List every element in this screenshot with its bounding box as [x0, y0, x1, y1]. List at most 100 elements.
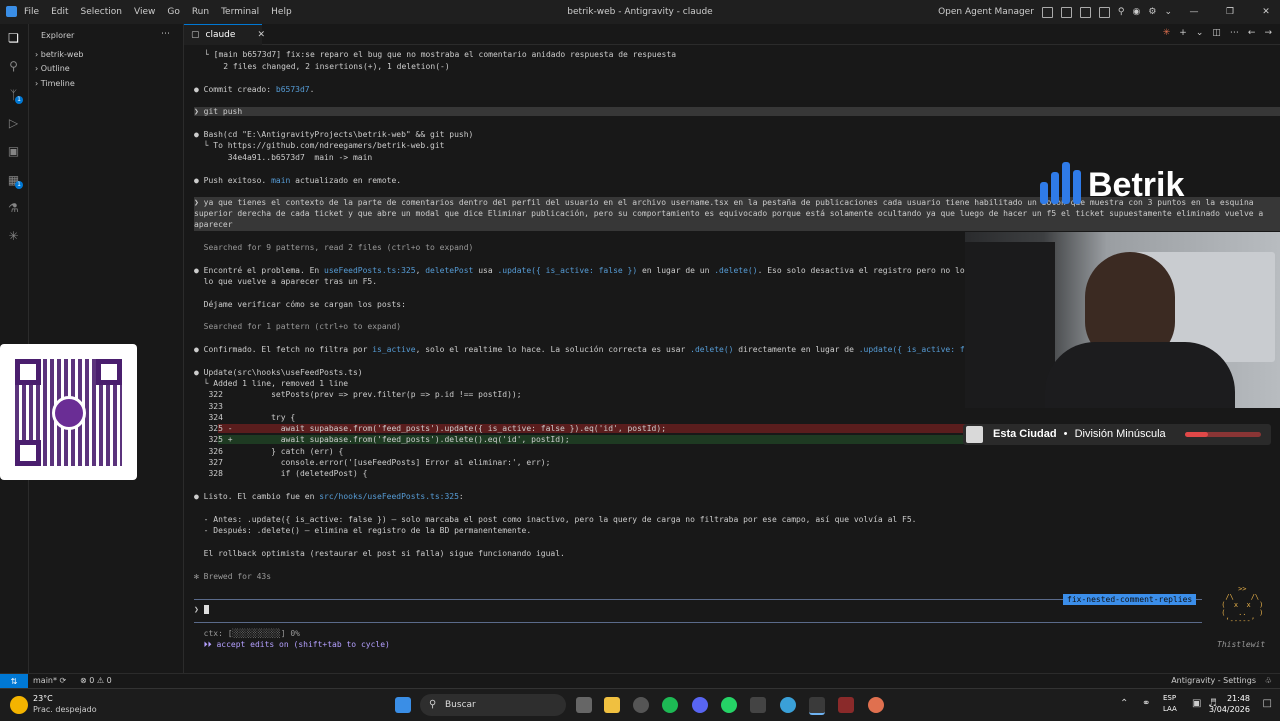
claude-icon[interactable]: ✳ — [7, 229, 20, 243]
remote-icon[interactable]: ▣ — [7, 144, 20, 158]
microphone-icon[interactable]: ⚭ — [1142, 698, 1150, 709]
lang-layout[interactable]: LAA — [1163, 705, 1177, 713]
claude-icon[interactable]: ✳ — [1163, 28, 1171, 38]
confirmed-line: ● Confirmado. El fetch no filtra por is_… — [194, 345, 984, 354]
chevron-down-icon[interactable]: ⌄ — [1164, 7, 1172, 17]
close-tab-icon[interactable]: ✕ — [257, 30, 265, 40]
search-label: Buscar — [445, 700, 476, 710]
agent-manager-button[interactable]: Open Agent Manager — [938, 7, 1034, 17]
code-ref: useFeedPosts.ts:325 — [324, 266, 416, 275]
more-actions-icon[interactable]: ⋯ — [1230, 28, 1239, 38]
title-actions: Open Agent Manager ⚲ ◉ ⚙ ⌄ — ❐ ✕ — [938, 0, 1280, 24]
extensions-icon[interactable]: ▦ 1 — [7, 173, 23, 189]
weather-desc[interactable]: Prac. despejado — [33, 705, 97, 714]
toggle-panel-icon[interactable] — [1079, 6, 1091, 18]
text: : — [458, 492, 464, 501]
sidebar-item-outline[interactable]: › Outline — [35, 64, 70, 73]
app-icon[interactable] — [838, 697, 854, 713]
menu-edit[interactable]: Edit — [51, 7, 68, 17]
testing-icon[interactable]: ⚗ — [7, 201, 20, 215]
tab-claude[interactable]: ▢ claude ✕ — [184, 24, 265, 45]
toggle-secondary-sidebar-icon[interactable] — [1098, 6, 1110, 18]
accept-edits-hint[interactable]: ⏵⏵ accept edits on (shift+tab to cycle) — [194, 640, 390, 650]
menu-go[interactable]: Go — [167, 7, 179, 17]
account-icon[interactable]: ◉ — [1133, 7, 1141, 17]
search-icon[interactable]: ⚲ — [1118, 7, 1125, 17]
notifications-icon[interactable]: □ — [1263, 698, 1272, 709]
search-summary-line[interactable]: Searched for 9 patterns, read 2 files (c… — [194, 243, 474, 252]
chevron-up-icon[interactable]: ⌃ — [1120, 698, 1128, 709]
search-summary-line[interactable]: Searched for 1 pattern (ctrl+o to expand… — [194, 322, 401, 331]
antigravity-icon[interactable] — [809, 697, 825, 715]
code-ref: deletePost — [425, 266, 474, 275]
layout-icon[interactable] — [1041, 6, 1053, 18]
menu-run[interactable]: Run — [192, 7, 209, 17]
menu-help[interactable]: Help — [271, 7, 292, 17]
discord-icon[interactable] — [692, 697, 708, 713]
split-editor-icon[interactable]: ◫ — [1212, 28, 1221, 38]
menu-terminal[interactable]: Terminal — [221, 7, 259, 17]
bash-output-line: 34e4a91..b6573d7 main -> main — [194, 153, 373, 162]
sidebar-item-timeline[interactable]: › Timeline — [35, 79, 75, 88]
obs-icon[interactable] — [633, 697, 649, 713]
sidebar-item-label: Outline — [40, 64, 70, 73]
new-terminal-icon[interactable]: + — [1179, 28, 1187, 38]
menu-selection[interactable]: Selection — [81, 7, 122, 17]
rollback-line: El rollback optimista (restaurar el post… — [194, 549, 565, 558]
text: . — [309, 85, 315, 94]
forward-icon[interactable]: → — [1264, 28, 1272, 38]
whatsapp-icon[interactable] — [721, 697, 737, 713]
weather-temp[interactable]: 23°C — [33, 694, 53, 703]
file-explorer-icon[interactable] — [604, 697, 620, 713]
qr-finder — [15, 359, 41, 385]
prompt-line: aparecer — [194, 220, 233, 229]
person-body — [1045, 342, 1235, 408]
menu-file[interactable]: File — [24, 7, 39, 17]
problems-indicator[interactable]: ⊗ 0 ⚠ 0 — [80, 676, 112, 685]
menu-view[interactable]: View — [134, 7, 155, 17]
tab-bar: ▢ claude ✕ ✳ + ⌄ ◫ ⋯ ← → — [184, 24, 1280, 45]
prompt-line: superior derecha de cada ticket y que ab… — [194, 209, 1264, 218]
github-desktop-icon[interactable] — [750, 697, 766, 713]
branch-indicator[interactable]: main* ⟳ — [33, 676, 66, 685]
menu-bar: File Edit Selection View Go Run Terminal… — [24, 0, 292, 24]
settings-icon[interactable]: ⚙ — [1148, 7, 1156, 17]
task-view-icon[interactable] — [576, 697, 592, 713]
run-debug-icon[interactable]: ▷ — [7, 116, 20, 130]
text: en lugar de un — [637, 266, 715, 275]
brewed-line: ✻ Brewed for 43s — [194, 572, 272, 581]
separator: • — [1063, 428, 1068, 440]
source-control-icon[interactable]: ᛉ1 — [7, 88, 23, 104]
back-icon[interactable]: ← — [1248, 28, 1256, 38]
sync-icon[interactable]: ⟳ — [60, 676, 67, 685]
network-icon[interactable]: ▣ — [1192, 698, 1201, 709]
webcam-feed — [965, 232, 1280, 408]
toggle-sidebar-icon[interactable] — [1060, 6, 1072, 18]
brand-name: Betrik — [1088, 166, 1185, 204]
remote-indicator-icon[interactable]: ⇅ — [0, 674, 28, 689]
minimize-button[interactable]: — — [1180, 7, 1208, 17]
restore-button[interactable]: ❐ — [1216, 7, 1244, 17]
more-actions-icon[interactable]: ⋯ — [161, 29, 170, 39]
text: , solo el realtime lo hace. La solución … — [415, 345, 691, 354]
settings-status[interactable]: Antigravity - Settings — [1171, 676, 1256, 685]
taskbar-search[interactable]: ⚲ Buscar — [420, 694, 566, 716]
notifications-icon[interactable]: ♧ — [1265, 676, 1272, 685]
prompt-input[interactable]: ❯ — [194, 605, 209, 614]
start-icon[interactable] — [395, 697, 411, 713]
close-button[interactable]: ✕ — [1252, 7, 1280, 17]
qr-code-overlay — [0, 344, 137, 480]
diff-added-line: 325 + await supabase.from('feed_posts').… — [208, 435, 968, 444]
weather-icon[interactable] — [10, 696, 28, 714]
lang-code[interactable]: ESP — [1163, 694, 1176, 702]
clock-date[interactable]: 3/04/2026 — [1209, 705, 1250, 714]
chevron-down-icon[interactable]: ⌄ — [1196, 28, 1204, 38]
clock-time[interactable]: 21:48 — [1227, 694, 1250, 703]
search-icon[interactable]: ⚲ — [7, 59, 20, 73]
spotify-icon[interactable] — [662, 697, 678, 713]
sidebar-item-betrik-web[interactable]: › betrik-web — [35, 50, 83, 59]
browser-icon[interactable] — [780, 697, 796, 713]
microphone-arm — [965, 242, 1055, 408]
files-icon[interactable]: ❏ — [7, 31, 20, 45]
claude-icon[interactable] — [868, 697, 884, 713]
